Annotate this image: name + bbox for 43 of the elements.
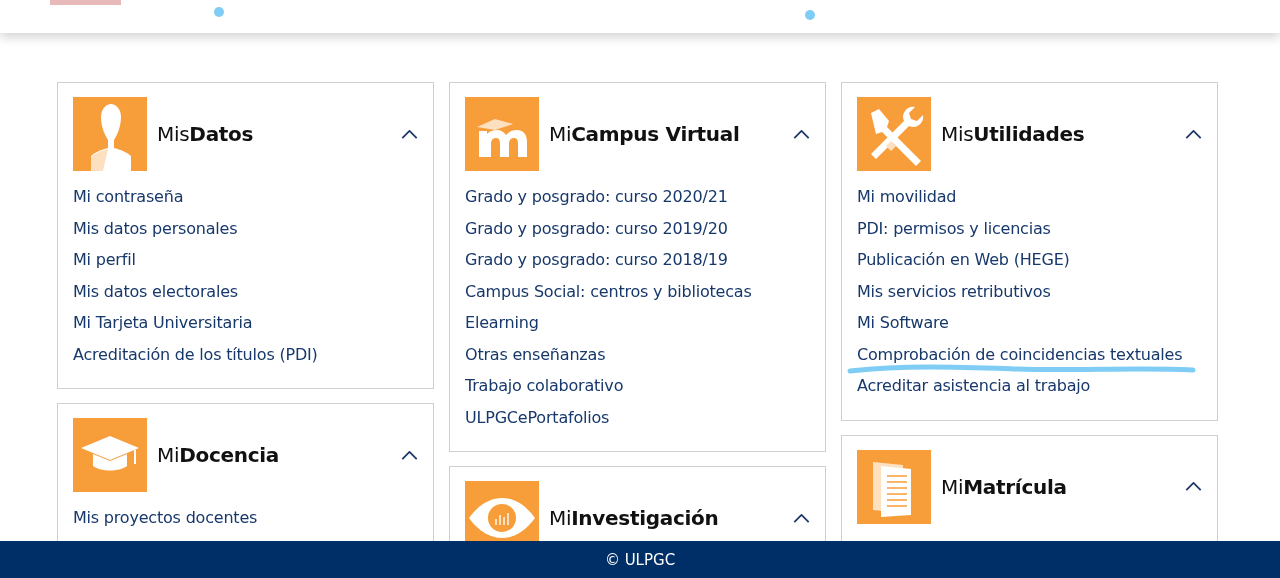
menu-link[interactable]: Elearning <box>465 313 539 333</box>
menu-link[interactable]: Acreditar asistencia al trabajo <box>857 376 1091 396</box>
chevron-up-icon[interactable] <box>1185 482 1202 491</box>
dot-icon <box>214 7 224 17</box>
chevron-up-icon[interactable] <box>401 129 418 139</box>
card-title: MiCampus Virtual <box>549 122 741 146</box>
card-title: MiInvestigación <box>549 506 720 530</box>
person-silhouette-icon <box>73 97 147 171</box>
menu-link[interactable]: Mi contraseña <box>73 187 184 207</box>
menu-link[interactable]: Comprobación de coincidencias textuales <box>857 344 1183 364</box>
card-title: MiMatrícula <box>941 474 1068 499</box>
menu-link[interactable]: Mis servicios retributivos <box>857 281 1051 301</box>
menu-link[interactable]: Grado y posgrado: curso 2018/19 <box>465 250 728 270</box>
menu-link[interactable]: Trabajo colaborativo <box>465 376 624 396</box>
chevron-up-icon[interactable] <box>401 450 418 460</box>
chevron-up-icon[interactable] <box>793 513 810 523</box>
menu-link[interactable]: Mi Tarjeta Universitaria <box>73 313 253 333</box>
menu-link[interactable]: ULPGCePortafolios <box>465 407 610 427</box>
footer-bar: © ULPGC <box>0 541 1280 578</box>
menu-link[interactable]: Acreditación de los títulos (PDI) <box>73 344 318 364</box>
documents-icon <box>857 449 931 524</box>
photo-placeholder <box>50 0 121 5</box>
card-title: MiDocencia <box>157 443 281 467</box>
menu-link[interactable]: Otras enseñanzas <box>465 344 606 364</box>
menu-link[interactable]: Grado y posgrado: curso 2019/20 <box>465 218 728 238</box>
menu-link[interactable]: Publicación en Web (HEGE) <box>857 250 1070 270</box>
menu-link[interactable]: Mis proyectos docentes <box>73 508 258 528</box>
card-title: MisDatos <box>157 122 255 146</box>
menu-link[interactable]: Campus Social: centros y bibliotecas <box>465 281 752 301</box>
chevron-up-icon[interactable] <box>1185 129 1202 139</box>
chevron-up-icon[interactable] <box>793 129 810 139</box>
menu-link[interactable]: Mis datos personales <box>73 218 238 238</box>
wrench-screwdriver-icon <box>857 97 931 171</box>
menu-link[interactable]: PDI: permisos y licencias <box>857 218 1051 238</box>
moodle-logo-icon <box>465 97 539 171</box>
menu-link[interactable]: Mi perfil <box>73 250 136 270</box>
menu-link[interactable]: Mis datos electorales <box>73 281 238 301</box>
menu-link[interactable]: Mi movilidad <box>857 187 957 207</box>
dot-icon <box>805 10 815 20</box>
mortarboard-icon <box>73 418 147 492</box>
menu-link[interactable]: Mi Software <box>857 313 949 333</box>
card-title: MisUtilidades <box>941 122 1086 146</box>
menu-link[interactable]: Grado y posgrado: curso 2020/21 <box>465 187 728 207</box>
